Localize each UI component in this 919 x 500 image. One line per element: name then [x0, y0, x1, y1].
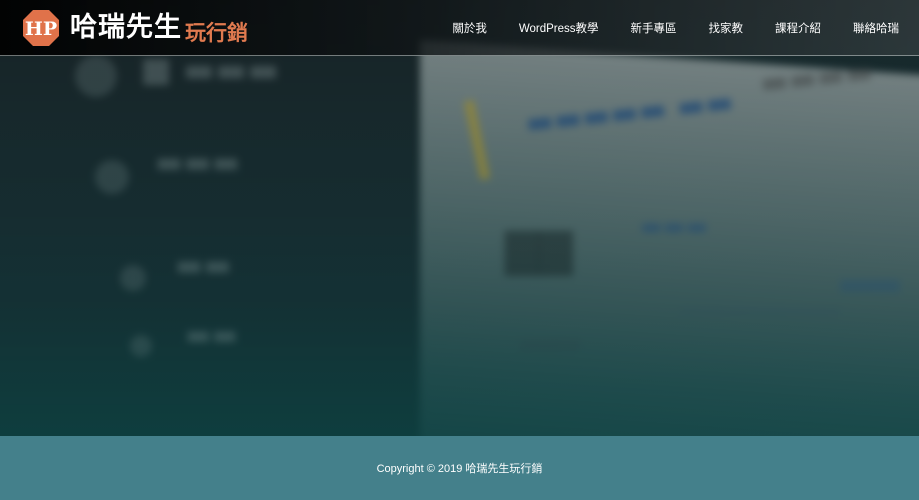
hero-overlay	[0, 0, 919, 436]
svg-text:HP: HP	[25, 18, 57, 40]
hp-octagon-logo-icon: HP	[22, 9, 60, 47]
nav-item-courses[interactable]: 課程介紹	[775, 20, 821, 36]
site-logo-link[interactable]: HP 哈瑞先生 玩行銷	[22, 9, 248, 47]
hero-background-image: ■ ▬▬▬ ▬▬▬ ▬▬ ▬▬ ▬▬▬▬▬ ▬▬ ▬▬▬▬ ▇▇ ▬▬▬	[0, 0, 919, 436]
nav-item-about[interactable]: 關於我	[452, 20, 487, 36]
page: ■ ▬▬▬ ▬▬▬ ▬▬ ▬▬ ▬▬▬▬▬ ▬▬ ▬▬▬▬ ▇▇ ▬▬▬ HP	[0, 0, 919, 500]
footer-copyright: Copyright © 2019 哈瑞先生玩行銷	[376, 463, 543, 475]
logo-main-text: 哈瑞先生	[70, 12, 182, 43]
logo-sub-text: 玩行銷	[185, 19, 248, 45]
site-header: HP 哈瑞先生 玩行銷 關於我 WordPress教學 新手專區 找家教 課程介…	[0, 0, 919, 56]
nav-item-find-tutor[interactable]: 找家教	[709, 20, 744, 36]
main-nav: 關於我 WordPress教學 新手專區 找家教 課程介紹 聯絡哈瑞	[452, 0, 899, 56]
nav-item-contact[interactable]: 聯絡哈瑞	[853, 20, 899, 36]
nav-item-wordpress-tutorial[interactable]: WordPress教學	[519, 20, 599, 36]
site-footer: Copyright © 2019 哈瑞先生玩行銷	[0, 436, 919, 500]
nav-item-beginner-zone[interactable]: 新手專區	[631, 20, 677, 36]
